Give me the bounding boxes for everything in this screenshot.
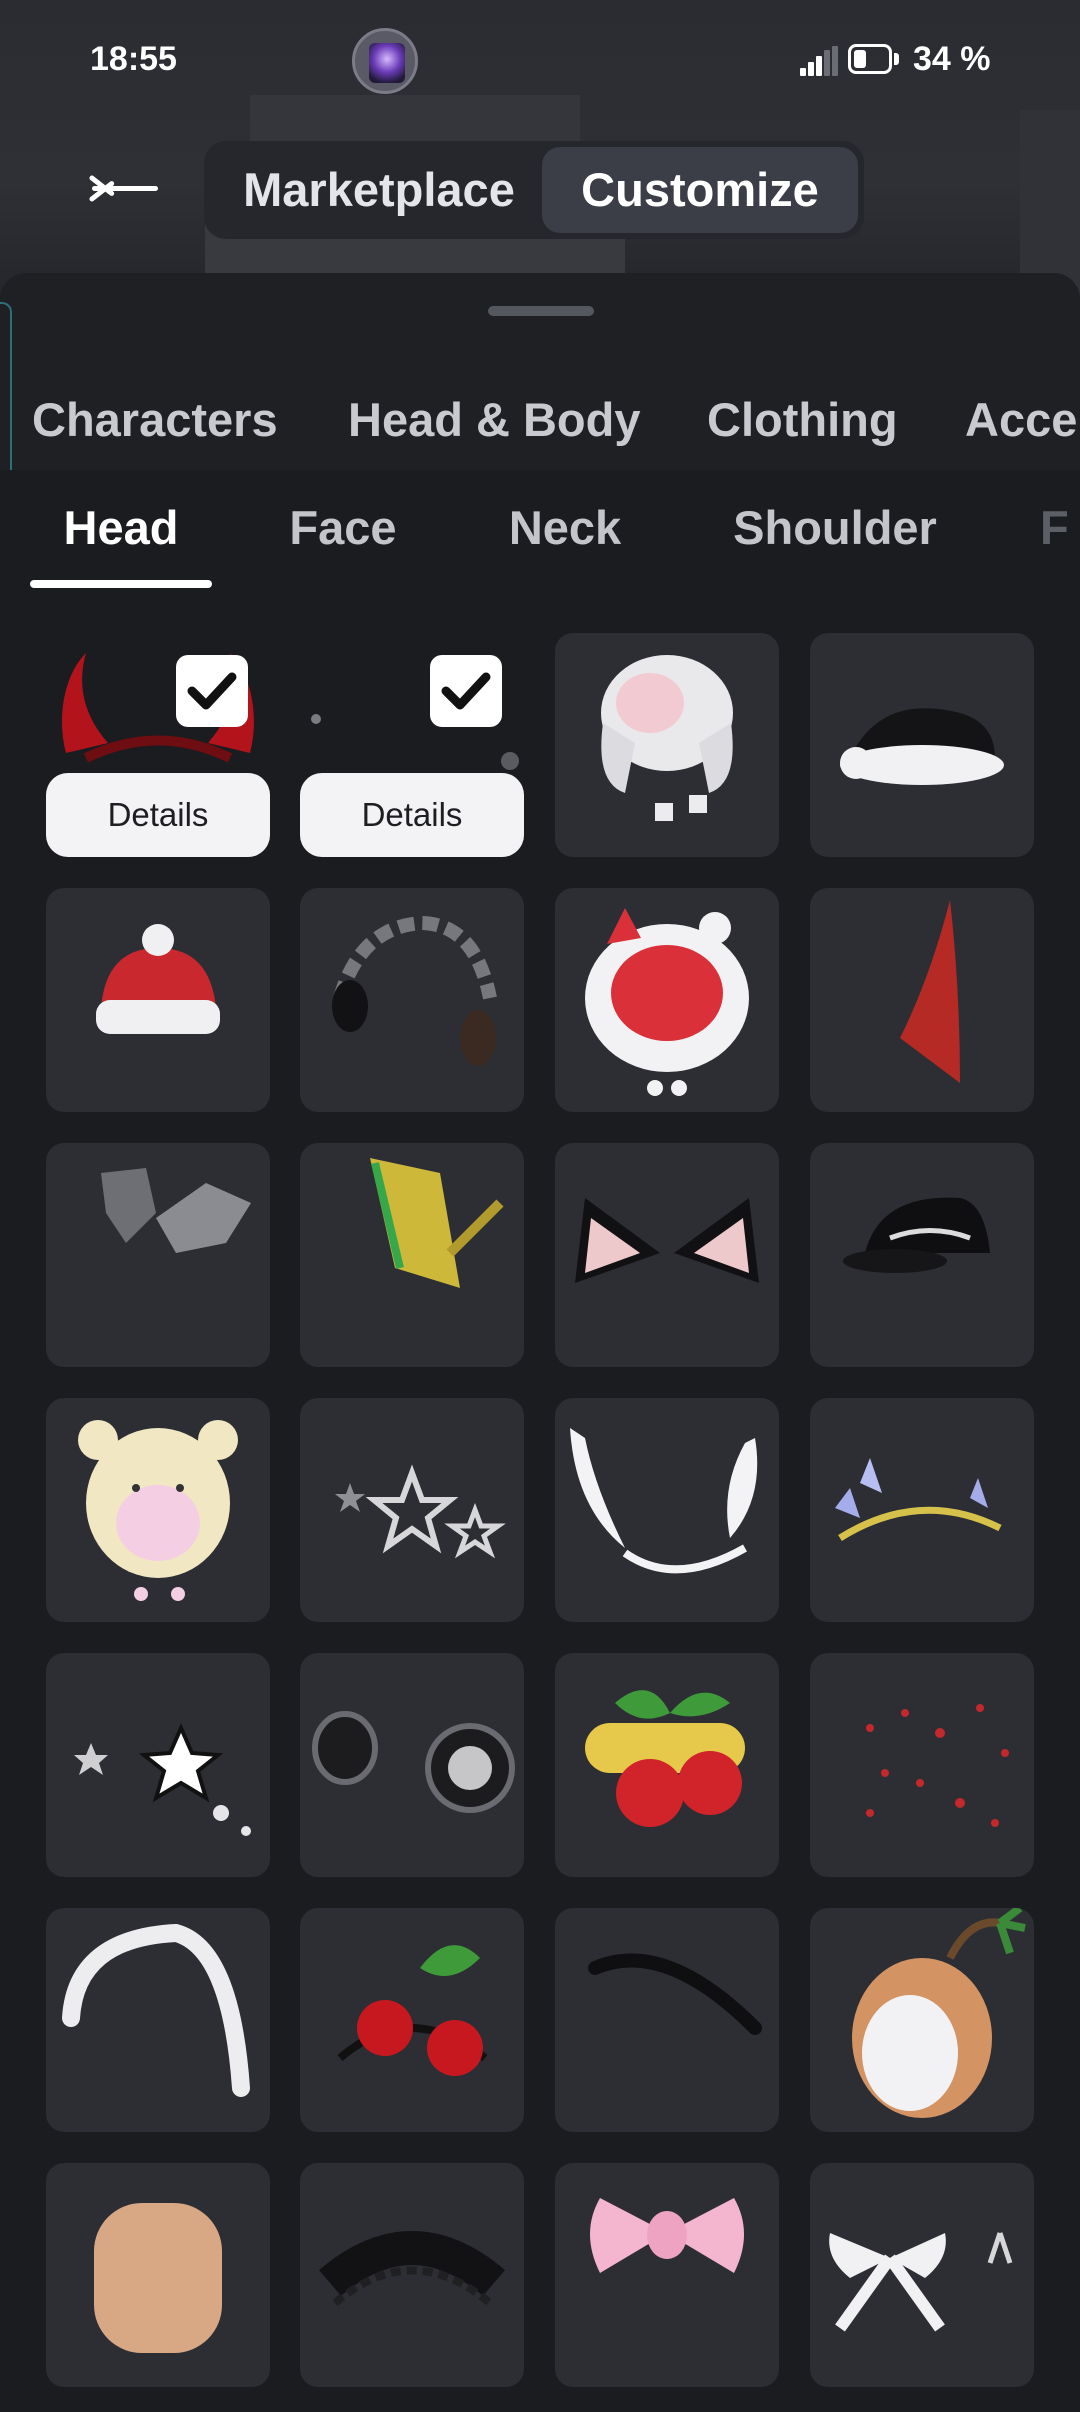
- item-tile-black-cap[interactable]: [810, 1143, 1034, 1367]
- category-clothing[interactable]: Clothing: [707, 370, 898, 470]
- subtab-face[interactable]: Face: [262, 470, 424, 588]
- subtab-neck[interactable]: Neck: [480, 470, 650, 588]
- customize-tab[interactable]: Customize: [542, 147, 858, 233]
- item-tile-white-headband[interactable]: [46, 1908, 270, 2132]
- white-ribbon-bows-icon: [829, 2232, 1013, 2332]
- item-tile-black-headband[interactable]: [555, 1908, 779, 2132]
- equipped-checkbox[interactable]: [430, 655, 502, 727]
- active-tab-underline: [30, 580, 212, 588]
- robot-ear-armor-icon: [101, 1168, 251, 1253]
- cherry-clip-icon: [585, 1690, 745, 1827]
- subtab-partial[interactable]: F: [1040, 470, 1080, 588]
- skin-head-icon: [94, 2203, 222, 2353]
- status-time: 18:55: [90, 40, 177, 78]
- coconut-palm-hat-icon: [852, 1908, 1026, 2118]
- angel-wings-headband-icon: [570, 1428, 758, 1574]
- item-tile-skin-head[interactable]: [46, 2163, 270, 2387]
- sheet-drag-handle[interactable]: [488, 306, 594, 316]
- details-button[interactable]: Details: [300, 773, 524, 857]
- subcategory-tabs: Head Face Neck Shoulder F: [0, 470, 1080, 588]
- yellow-guitar-accessory-icon: [370, 1158, 504, 1288]
- notification-avatar-icon: [352, 28, 418, 94]
- crystal-vine-tiara-icon: [835, 1458, 1002, 1541]
- red-beanie-icon: [96, 924, 220, 1034]
- status-bar: 18:55 34 %: [0, 0, 1080, 120]
- black-lace-headband-icon: [318, 2231, 506, 2307]
- item-tile-yellow-guitar-accessory[interactable]: [300, 1143, 524, 1367]
- item-tile-white-ribbon-bows[interactable]: [810, 2163, 1034, 2387]
- item-tile-star-clips[interactable]: [300, 1398, 524, 1622]
- subtab-shoulder[interactable]: Shoulder: [700, 470, 970, 588]
- item-tile-coconut-palm-hat[interactable]: [810, 1908, 1034, 2132]
- bunny-strawberry-hood-icon: [585, 908, 749, 1096]
- white-headband-icon: [62, 1923, 250, 2097]
- equipped-checkbox[interactable]: [176, 655, 248, 727]
- scattered-cherries-icon: [866, 1704, 1009, 1827]
- item-tile-white-star-clips[interactable]: [46, 1653, 270, 1877]
- item-tile-cat-ears-black[interactable]: [555, 1143, 779, 1367]
- cat-ears-black-icon: [575, 1198, 759, 1283]
- item-tile-pink-bow[interactable]: [555, 2163, 779, 2387]
- item-tile-cherry-clip[interactable]: [555, 1653, 779, 1877]
- category-characters[interactable]: Characters: [32, 370, 278, 470]
- santa-hat-black-icon: [840, 708, 1004, 785]
- signal-icon: [800, 46, 838, 76]
- item-tile-santa-hat-black[interactable]: [810, 633, 1034, 857]
- item-tile-cherry-headband[interactable]: [300, 1908, 524, 2132]
- item-tile-crystal-vine-tiara[interactable]: [810, 1398, 1034, 1622]
- item-tile-robot-ear-armor[interactable]: [46, 1143, 270, 1367]
- back-arrow-icon[interactable]: [88, 160, 164, 216]
- item-tile-chain-headphones[interactable]: [300, 888, 524, 1112]
- item-tile-fluffy-earmuffs[interactable]: [300, 1653, 524, 1877]
- item-tile-red-beanie[interactable]: [46, 888, 270, 1112]
- mode-switcher: Marketplace Customize: [204, 141, 864, 239]
- item-tile-red-horn[interactable]: [810, 888, 1034, 1112]
- marketplace-tab[interactable]: Marketplace: [216, 147, 542, 233]
- item-tile-bunny-strawberry-hood[interactable]: [555, 888, 779, 1112]
- black-headband-icon: [588, 1953, 762, 2035]
- item-tile-bear-hood[interactable]: [46, 1398, 270, 1622]
- category-head-body[interactable]: Head & Body: [348, 370, 641, 470]
- category-tabs: Characters Head & Body Clothing Acce: [0, 370, 1080, 470]
- red-horn-icon: [900, 900, 960, 1083]
- item-tile-scattered-cherries[interactable]: [810, 1653, 1034, 1877]
- subtab-head[interactable]: Head: [30, 470, 212, 588]
- category-accessories[interactable]: Acce: [965, 370, 1077, 470]
- item-tile-black-lace-headband[interactable]: [300, 2163, 524, 2387]
- bear-hood-icon: [78, 1420, 238, 1601]
- details-button[interactable]: Details: [46, 773, 270, 857]
- item-tile-dark-horns[interactable]: Details: [300, 633, 524, 857]
- item-tile-devil-horns[interactable]: Details: [46, 633, 270, 857]
- pink-bow-icon: [590, 2198, 744, 2273]
- trapper-hat-icon: [601, 655, 733, 821]
- battery-percent: 34 %: [913, 40, 991, 78]
- star-clips-icon: [335, 1464, 506, 1559]
- white-star-clips-icon: [74, 1723, 251, 1836]
- item-tile-angel-wings-headband[interactable]: [555, 1398, 779, 1622]
- cherry-headband-icon: [337, 1945, 488, 2076]
- black-cap-icon: [843, 1197, 990, 1273]
- battery-icon: [848, 44, 900, 74]
- item-tile-trapper-hat[interactable]: [555, 633, 779, 857]
- fluffy-earmuffs-icon: [312, 1711, 515, 1813]
- chain-headphones-icon: [332, 915, 497, 1066]
